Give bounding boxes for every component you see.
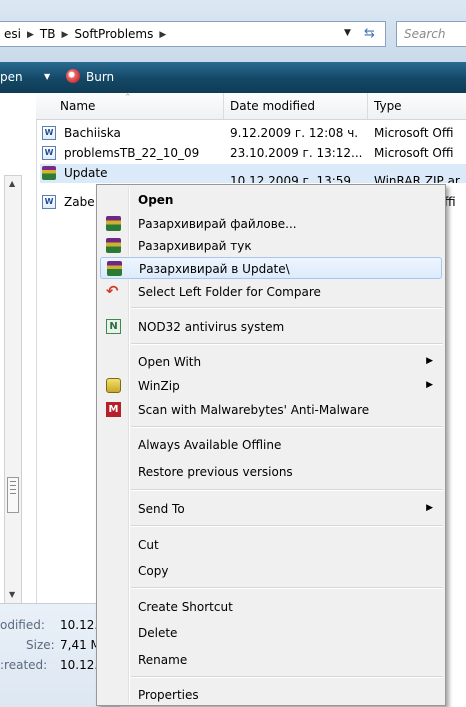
scrollbar-thumb[interactable] — [7, 477, 19, 513]
menu-item-malwarebytes[interactable]: M Scan with Malwarebytes' Anti-Malware — [100, 399, 442, 421]
menu-item-create-shortcut[interactable]: Create Shortcut — [100, 596, 442, 618]
menu-item-send-to[interactable]: Send To ▶ — [100, 498, 442, 520]
menu-item-open-with[interactable]: Open With ▶ — [100, 351, 442, 373]
winrar-icon — [107, 261, 122, 276]
breadcrumb-item[interactable]: SoftProblems — [74, 27, 153, 41]
address-bar[interactable]: esi ▶ TB ▶ SoftProblems ▶ ▼ ⇆ — [0, 21, 386, 47]
modified-value: 10.12. — [60, 618, 99, 632]
open-button[interactable]: pen — [0, 70, 23, 84]
nod32-icon: N — [106, 319, 121, 334]
file-type: WinRAR ZIP ar — [374, 174, 460, 183]
menu-item-extract-to-folder[interactable]: Разархивирай в Update\ — [100, 257, 442, 279]
scroll-up-icon[interactable]: ▲ — [9, 179, 15, 188]
winrar-icon — [106, 216, 121, 231]
file-name: Zabe — [64, 195, 95, 209]
scroll-down-icon[interactable]: ▼ — [9, 590, 15, 599]
file-date: 23.10.2009 г. 13:12... — [230, 146, 363, 160]
context-menu: Open Разархивирай файлове... Разархивира… — [96, 184, 446, 706]
file-type: Microsoft Offi — [374, 146, 454, 160]
menu-item-restore[interactable]: Restore previous versions — [100, 461, 442, 483]
burn-disc-icon — [66, 69, 80, 83]
file-type: Microsoft Offi — [374, 126, 454, 140]
menu-item-extract-files[interactable]: Разархивирай файлове... — [100, 213, 442, 235]
column-header-name[interactable]: Name — [60, 99, 95, 113]
file-date: 9.12.2009 г. 12:08 ч. — [230, 126, 359, 140]
word-doc-icon: W — [42, 126, 56, 140]
created-label: :reated: — [0, 658, 48, 672]
file-row[interactable]: W Bachiiska 9.12.2009 г. 12:08 ч. Micros… — [40, 124, 466, 143]
column-header-type[interactable]: Type — [374, 99, 402, 113]
menu-item-nod32[interactable]: N NOD32 antivirus system — [100, 316, 442, 338]
sort-indicator-icon: ⌃ — [124, 93, 132, 103]
file-name: problemsTB_22_10_09 — [64, 146, 200, 160]
size-label: Size: — [26, 638, 55, 652]
file-row-selected[interactable]: Update 10.12.2009 г. 13:59 WinRAR ZIP ar — [40, 164, 466, 183]
compare-arrow-icon: ↶ — [106, 282, 119, 300]
column-header-date[interactable]: Date modified — [230, 99, 315, 113]
menu-item-open[interactable]: Open — [100, 189, 442, 211]
command-toolbar: pen ▼ Burn — [0, 62, 466, 93]
size-value: 7,41 M — [60, 638, 101, 652]
menu-item-compare[interactable]: ↶ Select Left Folder for Compare — [100, 281, 442, 303]
navigation-scrollbar[interactable]: ▲ ▼ — [4, 175, 22, 607]
file-row[interactable]: W problemsTB_22_10_09 23.10.2009 г. 13:1… — [40, 144, 466, 163]
modified-label: odified: — [0, 618, 45, 632]
submenu-arrow-icon: ▶ — [426, 380, 433, 390]
address-dropdown-icon[interactable]: ▼ — [344, 28, 351, 38]
submenu-arrow-icon: ▶ — [426, 503, 433, 513]
breadcrumb-arrow-icon[interactable]: ▶ — [27, 30, 34, 40]
menu-item-extract-here[interactable]: Разархивирай тук — [100, 235, 442, 257]
search-placeholder: Search — [404, 27, 446, 41]
open-dropdown-icon[interactable]: ▼ — [44, 72, 50, 81]
file-name: Update — [64, 166, 108, 180]
file-name: Bachiiska — [64, 126, 121, 140]
breadcrumb-arrow-icon[interactable]: ▶ — [159, 30, 166, 40]
menu-item-cut[interactable]: Cut — [100, 534, 442, 556]
menu-item-delete[interactable]: Delete — [100, 622, 442, 644]
breadcrumb-item[interactable]: TB — [40, 27, 56, 41]
breadcrumb-arrow-icon[interactable]: ▶ — [61, 30, 68, 40]
submenu-arrow-icon: ▶ — [426, 356, 433, 366]
menu-item-rename[interactable]: Rename — [100, 649, 442, 671]
breadcrumb-item[interactable]: esi — [4, 27, 21, 41]
file-date: 10.12.2009 г. 13:59 — [230, 174, 352, 183]
winrar-icon — [106, 238, 121, 253]
created-value: 10.12. — [60, 658, 99, 672]
search-input[interactable]: Search — [396, 21, 466, 47]
burn-button[interactable]: Burn — [86, 70, 114, 84]
word-doc-icon: W — [42, 195, 56, 209]
winzip-icon — [106, 378, 121, 393]
menu-item-offline[interactable]: Always Available Offline — [100, 434, 442, 456]
menu-item-copy[interactable]: Copy — [100, 560, 442, 582]
breadcrumb: esi ▶ TB ▶ SoftProblems ▶ — [4, 27, 172, 41]
menu-item-properties[interactable]: Properties — [100, 684, 442, 706]
winrar-icon — [42, 166, 56, 180]
malwarebytes-icon: M — [106, 402, 121, 417]
column-headers: Name ⌃ Date modified Type — [36, 93, 466, 120]
menu-item-winzip[interactable]: WinZip ▶ — [100, 375, 442, 397]
refresh-icon[interactable]: ⇆ — [364, 26, 375, 41]
word-doc-icon: W — [42, 146, 56, 160]
